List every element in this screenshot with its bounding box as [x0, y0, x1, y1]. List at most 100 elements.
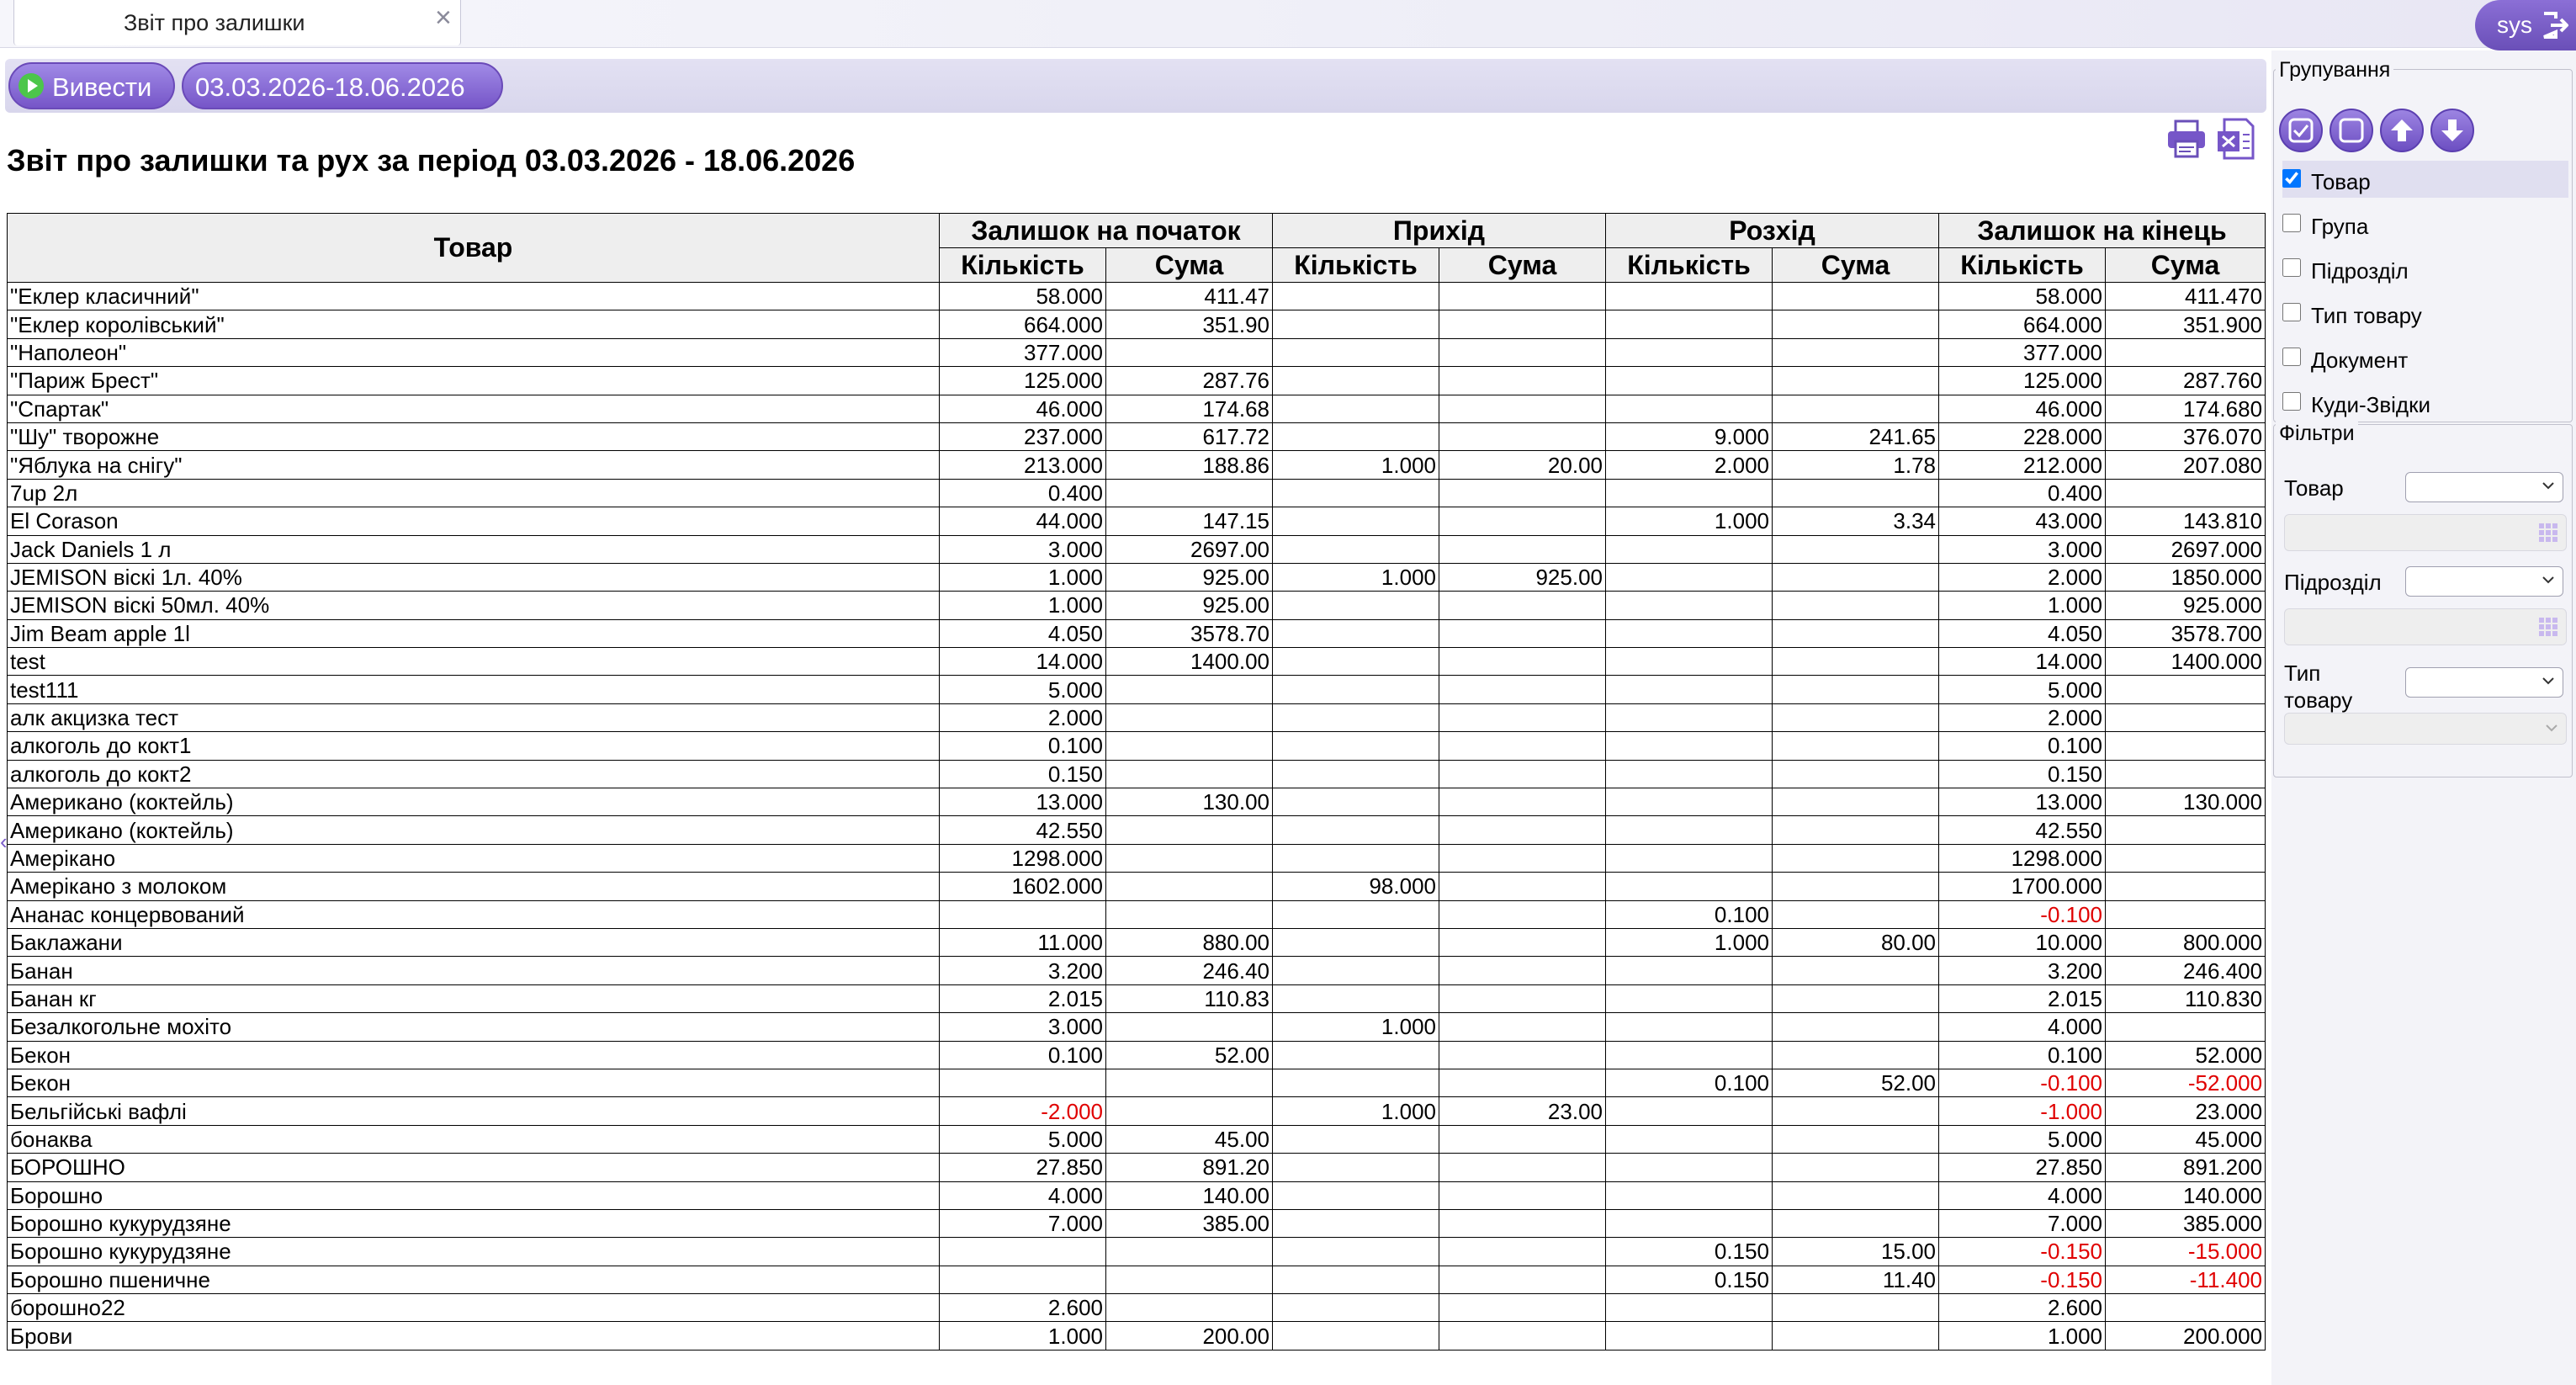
- filter-type-subselect[interactable]: [2284, 713, 2567, 745]
- grouping-checkbox[interactable]: [2282, 258, 2301, 277]
- grouping-checkbox[interactable]: [2282, 214, 2301, 232]
- cell-product: JEMISON віскі 1л. 40%: [7, 562, 940, 592]
- filter-product-select[interactable]: [2405, 472, 2563, 502]
- grouping-option[interactable]: Товар: [2282, 161, 2568, 198]
- cell-product: JEMISON віскі 50мл. 40%: [7, 591, 940, 620]
- grid-icon[interactable]: [2537, 616, 2559, 638]
- tab-stock-report[interactable]: Звіт про залишки ×: [13, 0, 461, 45]
- cell-value: 13.000: [1938, 788, 2107, 817]
- cell-value: 1400.00: [1105, 647, 1273, 677]
- cell-product: "Спартак": [7, 394, 940, 423]
- filter-product-lookup[interactable]: [2284, 514, 2567, 551]
- move-up-button[interactable]: [2380, 109, 2424, 152]
- cell-value: 4.000: [1938, 1012, 2107, 1042]
- filter-division-lookup[interactable]: [2284, 608, 2567, 645]
- cell-value: 5.000: [1938, 675, 2107, 704]
- cell-value: 207.080: [2105, 450, 2266, 480]
- table-row: Амерікано 1298.000 1298.000: [7, 843, 2266, 873]
- cell-value: 2.000: [1605, 450, 1773, 480]
- cell-value: [1439, 1208, 1606, 1239]
- cell-value: [1439, 366, 1606, 395]
- grid-icon[interactable]: [2537, 522, 2559, 544]
- cell-value: 9.000: [1605, 422, 1773, 452]
- table-row: алк акцизка тест 2.000 2.000: [7, 703, 2266, 733]
- cell-value: 14.000: [1938, 647, 2107, 677]
- cell-product: Бельгійські вафлі: [7, 1096, 940, 1126]
- cell-value: [1272, 731, 1439, 761]
- grouping-option[interactable]: Підрозділ: [2282, 250, 2568, 287]
- cell-value: 3.000: [1938, 534, 2107, 564]
- table-row: "Шу" творожне 237.000 617.72 9.000 241.65 228…: [7, 422, 2266, 452]
- filter-type-select[interactable]: [2405, 667, 2563, 698]
- cell-value: -15.000: [2105, 1237, 2266, 1266]
- cell-value: 3.000: [939, 1012, 1106, 1042]
- table-row: "Яблука на снігу" 213.000 188.86 1.000 20.00…: [7, 450, 2266, 480]
- cell-value: [1105, 1265, 1273, 1295]
- cell-value: [1272, 394, 1439, 423]
- close-icon[interactable]: ×: [435, 2, 452, 34]
- cell-value: 891.20: [1105, 1153, 1273, 1182]
- cell-value: [1605, 647, 1773, 677]
- grouping-checkbox[interactable]: [2282, 392, 2301, 411]
- cell-value: [1439, 703, 1606, 733]
- excel-export-icon[interactable]: [2216, 118, 2255, 160]
- cell-value: [2105, 1293, 2266, 1323]
- cell-value: [1272, 956, 1439, 985]
- run-report-button[interactable]: Вивести: [8, 62, 175, 109]
- grouping-checkbox[interactable]: [2282, 303, 2301, 321]
- cell-value: 52.00: [1105, 1040, 1273, 1069]
- grouping-checkbox[interactable]: [2282, 348, 2301, 366]
- cell-value: 44.000: [939, 507, 1106, 536]
- cell-value: 3.200: [1938, 956, 2107, 985]
- filters-fieldset: Фільтри Товар Підрозділ Тип товару: [2273, 422, 2573, 777]
- cell-value: 1.000: [1938, 1321, 2107, 1351]
- table-row: Банан 3.200 246.40 3.200 246.400: [7, 956, 2266, 985]
- run-report-label: Вивести: [52, 72, 152, 102]
- cell-value: 0.100: [1938, 1040, 2107, 1069]
- period-picker-button[interactable]: 03.03.2026-18.06.2026: [182, 62, 503, 109]
- grouping-option[interactable]: Група: [2282, 205, 2568, 242]
- cell-value: [1272, 675, 1439, 704]
- table-row: Банан кг 2.015 110.83 2.015 110.830: [7, 984, 2266, 1014]
- cell-value: [1272, 815, 1439, 845]
- cell-value: 140.00: [1105, 1181, 1273, 1210]
- cell-value: [1771, 1293, 1940, 1323]
- move-down-button[interactable]: [2430, 109, 2474, 152]
- table-row: Борошно кукурудзяне 7.000 385.00 7.000 385.0…: [7, 1208, 2266, 1239]
- cell-value: 241.65: [1771, 422, 1940, 452]
- check-all-button[interactable]: [2279, 109, 2323, 152]
- cell-value: 1850.000: [2105, 562, 2266, 592]
- cell-value: 45.00: [1105, 1124, 1273, 1154]
- grouping-option[interactable]: Куди-Звідки: [2282, 384, 2568, 421]
- cell-value: [1439, 1265, 1606, 1295]
- cell-product: Американо (коктейль): [7, 815, 940, 845]
- user-logout-button[interactable]: sys: [2475, 0, 2576, 50]
- cell-value: 351.900: [2105, 310, 2266, 339]
- cell-product: 7up 2л: [7, 478, 940, 508]
- cell-value: 4.050: [939, 618, 1106, 649]
- cell-value: 1298.000: [939, 843, 1106, 873]
- cell-product: Бекон: [7, 1040, 940, 1069]
- cell-value: 1.000: [1938, 591, 2107, 620]
- cell-product: test: [7, 647, 940, 677]
- filter-division-select[interactable]: [2405, 566, 2563, 597]
- col-qty: Кількість: [939, 247, 1106, 283]
- cell-value: 3.000: [939, 534, 1106, 564]
- cell-value: [1771, 703, 1940, 733]
- cell-value: [1439, 731, 1606, 761]
- cell-value: 2.600: [939, 1293, 1106, 1323]
- grouping-checkbox[interactable]: [2282, 169, 2301, 188]
- cell-value: [1771, 618, 1940, 649]
- grouping-option[interactable]: Документ: [2282, 339, 2568, 376]
- uncheck-all-button[interactable]: [2330, 109, 2373, 152]
- cell-value: 45.000: [2105, 1124, 2266, 1154]
- cell-value: [1771, 394, 1940, 423]
- cell-value: 385.00: [1105, 1208, 1273, 1239]
- cell-value: [1439, 788, 1606, 817]
- cell-value: [1272, 478, 1439, 508]
- cell-value: [1272, 281, 1439, 311]
- cell-product: БОРОШНО: [7, 1153, 940, 1182]
- grouping-option[interactable]: Тип товару: [2282, 295, 2568, 332]
- print-icon[interactable]: [2165, 118, 2208, 160]
- cell-value: [1771, 872, 1940, 901]
